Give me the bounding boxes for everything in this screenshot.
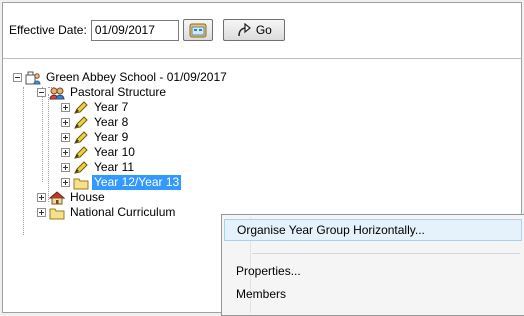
- tree-label: Pastoral Structure: [70, 85, 167, 99]
- toolbar: Effective Date: Go: [9, 17, 285, 43]
- tree-node-year[interactable]: Year 11: [61, 160, 136, 175]
- expand-icon[interactable]: [61, 163, 70, 172]
- tree-label: House: [70, 190, 105, 204]
- tree-label-selected: Year 12/Year 13: [92, 175, 182, 190]
- calendar-button[interactable]: [182, 19, 213, 41]
- effective-date-label: Effective Date:: [9, 23, 87, 37]
- main-panel: Effective Date: Go: [2, 2, 524, 316]
- tree-node-year[interactable]: Year 10: [61, 145, 137, 160]
- tree-label: Year 8: [94, 115, 129, 129]
- menu-item-label: Organise Year Group Horizontally...: [237, 223, 425, 237]
- tree-node-year[interactable]: Year 8: [61, 115, 130, 130]
- tree-node-root[interactable]: Green Abbey School - 01/09/2017: [13, 70, 229, 85]
- pencil-icon: [73, 160, 89, 175]
- menu-item-organise-horizontally[interactable]: Organise Year Group Horizontally...: [224, 219, 522, 241]
- pastoral-icon: [49, 86, 65, 100]
- menu-item-label: Members: [236, 287, 287, 301]
- tree-node-year[interactable]: Year 7: [61, 100, 130, 115]
- menu-item-label: Properties...: [236, 264, 301, 278]
- tree-node-house[interactable]: House: [37, 190, 107, 205]
- expand-icon[interactable]: [61, 103, 70, 112]
- house-icon: [49, 190, 65, 205]
- effective-date-input[interactable]: [90, 19, 179, 41]
- tree-label: National Curriculum: [70, 205, 176, 219]
- toolbar-divider: [3, 58, 521, 59]
- folder-icon: [73, 176, 89, 190]
- pencil-icon: [73, 115, 89, 130]
- folder-icon: [49, 206, 65, 220]
- collapse-icon[interactable]: [37, 88, 46, 97]
- tree-label: Year 7: [94, 100, 129, 114]
- tree-label: Year 10: [94, 145, 135, 159]
- tree-node-pastoral-structure[interactable]: Pastoral Structure: [37, 85, 168, 100]
- collapse-icon[interactable]: [13, 73, 22, 82]
- menu-item-members[interactable]: Members: [224, 283, 522, 305]
- pencil-icon: [73, 100, 89, 115]
- school-icon: [25, 71, 41, 85]
- tree-label: Green Abbey School - 01/09/2017: [46, 70, 227, 84]
- pencil-icon: [73, 130, 89, 145]
- tree-label: Year 11: [94, 160, 135, 174]
- menu-separator: [252, 253, 520, 254]
- go-button[interactable]: Go: [222, 19, 285, 41]
- tree-label: Year 9: [94, 130, 129, 144]
- go-label: Go: [255, 23, 272, 37]
- expand-icon[interactable]: [61, 133, 70, 142]
- pencil-icon: [73, 145, 89, 160]
- tree-node-national-curriculum[interactable]: National Curriculum: [37, 205, 177, 220]
- expand-icon[interactable]: [61, 148, 70, 157]
- context-menu: Organise Year Group Horizontally... Prop…: [221, 214, 524, 316]
- expand-icon[interactable]: [61, 118, 70, 127]
- tree-connector: [23, 87, 24, 235]
- expand-icon[interactable]: [37, 208, 46, 217]
- go-arrow-icon: [238, 23, 251, 37]
- tree-node-year[interactable]: Year 9: [61, 130, 130, 145]
- tree-connector: [48, 94, 49, 202]
- tree-connector: [42, 87, 43, 182]
- expand-icon[interactable]: [37, 193, 46, 202]
- expand-icon[interactable]: [61, 178, 70, 187]
- tree-node-year-12-13[interactable]: Year 12/Year 13: [61, 175, 182, 190]
- calendar-icon: [189, 23, 207, 38]
- menu-item-properties[interactable]: Properties...: [224, 260, 522, 282]
